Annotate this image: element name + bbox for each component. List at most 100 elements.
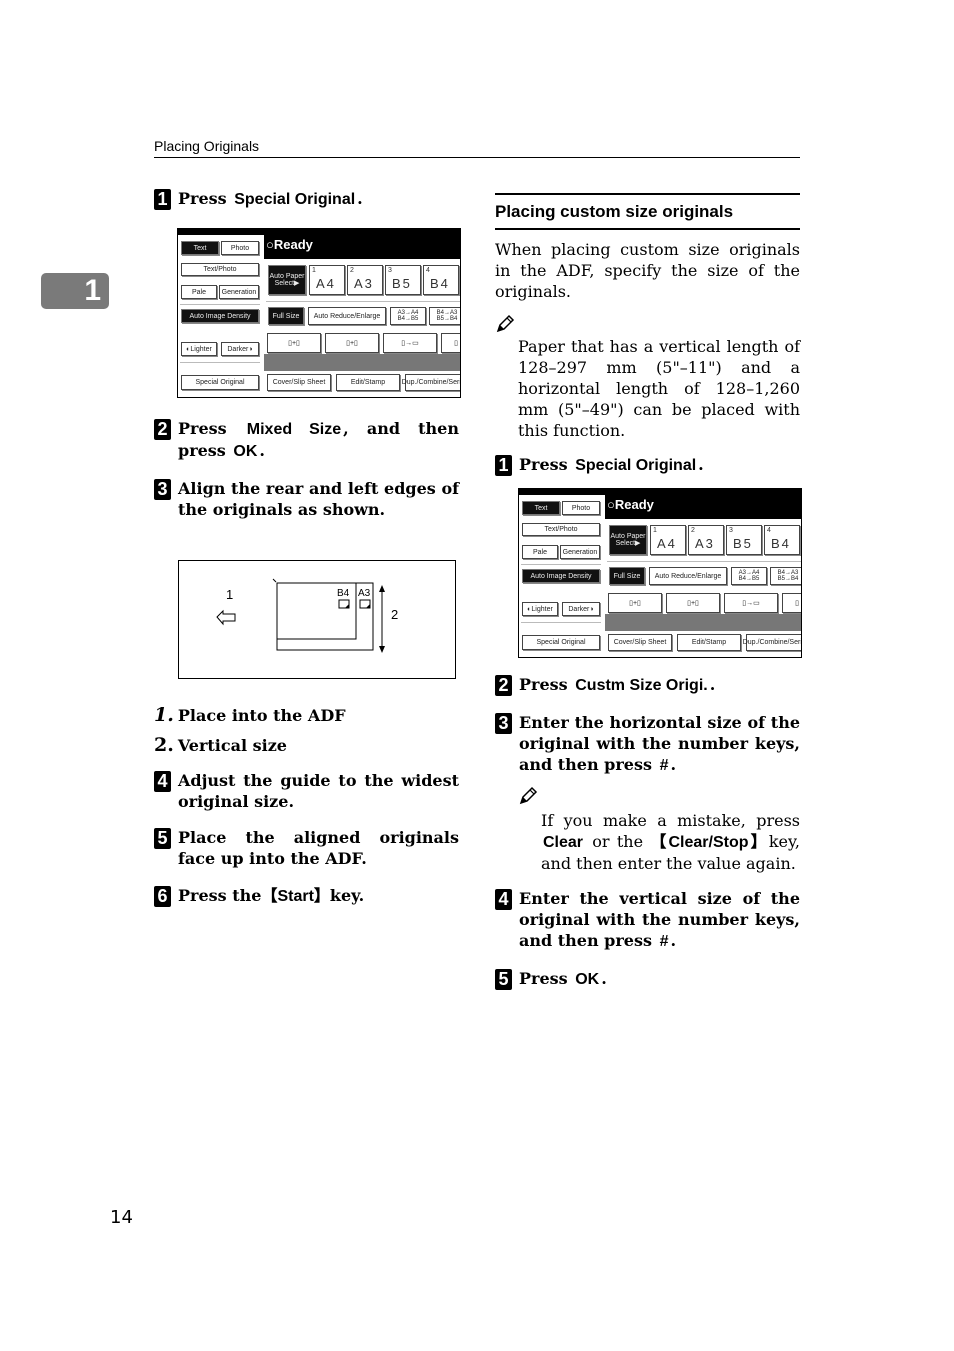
step-number: 1 bbox=[495, 455, 512, 476]
panel-edit-stamp-button: Edit/Stamp bbox=[336, 374, 400, 391]
panel-text-button: Text bbox=[522, 501, 560, 515]
note-2: If you make a mistake, press Clear or th… bbox=[518, 786, 800, 874]
step-number: 4 bbox=[495, 889, 512, 910]
step-6: 6 Press the【Start】key. bbox=[154, 885, 459, 907]
panel-status: ○Ready bbox=[607, 497, 654, 512]
step-number: 5 bbox=[495, 969, 512, 990]
key-clear-stop: 【Clear/Stop】 bbox=[650, 834, 769, 851]
panel-duplex-1-icon: ▯+▯ bbox=[267, 333, 321, 353]
panel-status: ○Ready bbox=[266, 237, 313, 252]
panel-series-icon: ▯ bbox=[441, 333, 460, 353]
intro-paragraph: When placing custom size originals in th… bbox=[495, 240, 800, 301]
panel-special-original-button: Special Original bbox=[181, 375, 259, 390]
legend-item-2: 2. Vertical size bbox=[154, 734, 287, 756]
key-special-original: Special Original bbox=[234, 191, 356, 208]
chapter-tab: 1 bbox=[41, 273, 109, 309]
running-header: Placing Originals bbox=[154, 138, 800, 158]
step-number: 3 bbox=[154, 479, 171, 500]
panel-auto-reduce-button: Auto Reduce/Enlarge bbox=[649, 567, 727, 585]
panel-combine-icon: ▯→▭ bbox=[724, 593, 778, 613]
label-b4: B4 bbox=[337, 588, 350, 599]
step-number: 5 bbox=[154, 828, 171, 849]
panel-tray-4: 4 B4 bbox=[423, 265, 459, 295]
panel-auto-density-button: Auto Image Density bbox=[522, 569, 600, 583]
key-special-original: Special Original bbox=[575, 457, 697, 474]
step-number: 3 bbox=[495, 713, 512, 734]
panel-series-icon: ▯ bbox=[782, 593, 801, 613]
key-ok: OK bbox=[233, 443, 258, 460]
panel-combine-icon: ▯→▭ bbox=[383, 333, 437, 353]
pencil-note-icon bbox=[519, 786, 538, 805]
panel-lighter-button: ◐Lighter bbox=[181, 342, 217, 356]
panel-enlarge-preset: B4→A3 B5→B4 bbox=[429, 307, 460, 325]
panel-reduce-preset: A3→A4 B4→B5 bbox=[390, 307, 426, 325]
step-number: 1 bbox=[154, 189, 171, 210]
panel-auto-reduce-button: Auto Reduce/Enlarge bbox=[308, 307, 386, 325]
step-number: 4 bbox=[154, 771, 171, 792]
label-a3: A3 bbox=[358, 588, 371, 599]
panel-tray-4: 4 B4 bbox=[764, 525, 800, 555]
arrow-left-icon bbox=[216, 609, 236, 626]
panel-duplex-1-icon: ▯+▯ bbox=[608, 593, 662, 613]
custom-step-5: 5 Press OK. bbox=[495, 968, 800, 990]
page-number: 14 bbox=[110, 1207, 133, 1228]
figure-legend: 1. Place into the ADF 2. Vertical size bbox=[154, 705, 459, 756]
panel-textphoto-button: Text/Photo bbox=[522, 523, 600, 536]
panel-full-size-button: Full Size bbox=[609, 567, 645, 585]
panel-duplex-2-icon: ▯+▯ bbox=[666, 593, 720, 613]
alignment-diagram: 1 B4 A3 2 bbox=[216, 578, 398, 653]
alignment-figure: 1 B4 A3 2 bbox=[178, 560, 456, 679]
label-2: 2 bbox=[391, 607, 398, 622]
step-3: 3 Align the rear and left edges of the o… bbox=[154, 478, 459, 520]
control-panel-image: Text Photo Text/Photo Pale Generation Au… bbox=[177, 228, 461, 398]
panel-auto-paper-button: Auto Paper Select▶ bbox=[268, 265, 306, 295]
panel-text-button: Text bbox=[181, 241, 219, 255]
panel-edit-stamp-button: Edit/Stamp bbox=[677, 634, 741, 651]
panel-screenshot-2: Text Photo Text/Photo Pale Generation Au… bbox=[518, 488, 802, 658]
custom-step-2: 2 Press Custm Size Origi.. bbox=[495, 674, 800, 696]
key-start: 【Start】 bbox=[261, 888, 330, 905]
key-ok: OK bbox=[575, 971, 600, 988]
left-column: 1 Press Special Original. Text Photo Tex… bbox=[154, 188, 461, 907]
step-1: 1 Press Special Original. bbox=[154, 188, 459, 210]
panel-auto-paper-button: Auto Paper Select▶ bbox=[609, 525, 647, 555]
panel-tray-2: 2 A3 bbox=[347, 265, 383, 295]
step-4: 4 Adjust the guide to the widest origina… bbox=[154, 770, 459, 812]
step-number: 6 bbox=[154, 886, 171, 907]
pencil-note-icon bbox=[496, 314, 515, 333]
panel-reduce-preset: A3→A4 B4→B5 bbox=[731, 567, 767, 585]
panel-dup-combine-button: Dup./Combine/Series bbox=[743, 634, 801, 651]
key-mixed-size: Mixed Size bbox=[246, 421, 342, 438]
panel-textphoto-button: Text/Photo bbox=[181, 263, 259, 276]
panel-tray-3: 3 B5 bbox=[726, 525, 762, 555]
custom-step-3: 3 Enter the horizontal size of the origi… bbox=[495, 712, 800, 776]
section-title: Placing custom size originals bbox=[495, 193, 800, 230]
panel-tray-3: 3 B5 bbox=[385, 265, 421, 295]
key-custom-size: Custm Size Origi. bbox=[575, 677, 708, 694]
panel-generation-button: Generation bbox=[219, 285, 259, 299]
panel-full-size-button: Full Size bbox=[268, 307, 304, 325]
panel-dup-combine-button: Dup./Combine/Series bbox=[402, 374, 460, 391]
panel-screenshot-1: Text Photo Text/Photo Pale Generation Au… bbox=[177, 228, 461, 398]
panel-enlarge-preset: B4→A3 B5→B4 bbox=[770, 567, 801, 585]
note-1: Paper that has a vertical length of 128–… bbox=[495, 314, 800, 441]
key-hash: # bbox=[659, 933, 669, 950]
step-5: 5 Place the aligned originals face up in… bbox=[154, 827, 459, 869]
panel-duplex-2-icon: ▯+▯ bbox=[325, 333, 379, 353]
label-1: 1 bbox=[226, 587, 233, 602]
control-panel-image: Text Photo Text/Photo Pale Generation Au… bbox=[518, 488, 802, 658]
panel-special-original-button: Special Original bbox=[522, 635, 600, 650]
panel-cover-button: Cover/Slip Sheet bbox=[608, 634, 672, 651]
panel-darker-button: Darker◑ bbox=[221, 342, 259, 356]
panel-auto-density-button: Auto Image Density bbox=[181, 309, 259, 323]
panel-photo-button: Photo bbox=[221, 241, 259, 255]
key-hash: # bbox=[659, 757, 669, 774]
step-2: 2 Press Mixed Size, and then press OK. bbox=[154, 418, 459, 462]
key-clear: Clear bbox=[543, 834, 584, 851]
panel-tray-1: 1 A4 bbox=[650, 525, 686, 555]
note-2-text: If you make a mistake, press Clear or th… bbox=[541, 811, 801, 873]
panel-tray-1: 1 A4 bbox=[309, 265, 345, 295]
panel-pale-button: Pale bbox=[181, 285, 217, 299]
step-number: 2 bbox=[154, 419, 171, 440]
right-column: Placing custom size originals When placi… bbox=[495, 193, 802, 990]
